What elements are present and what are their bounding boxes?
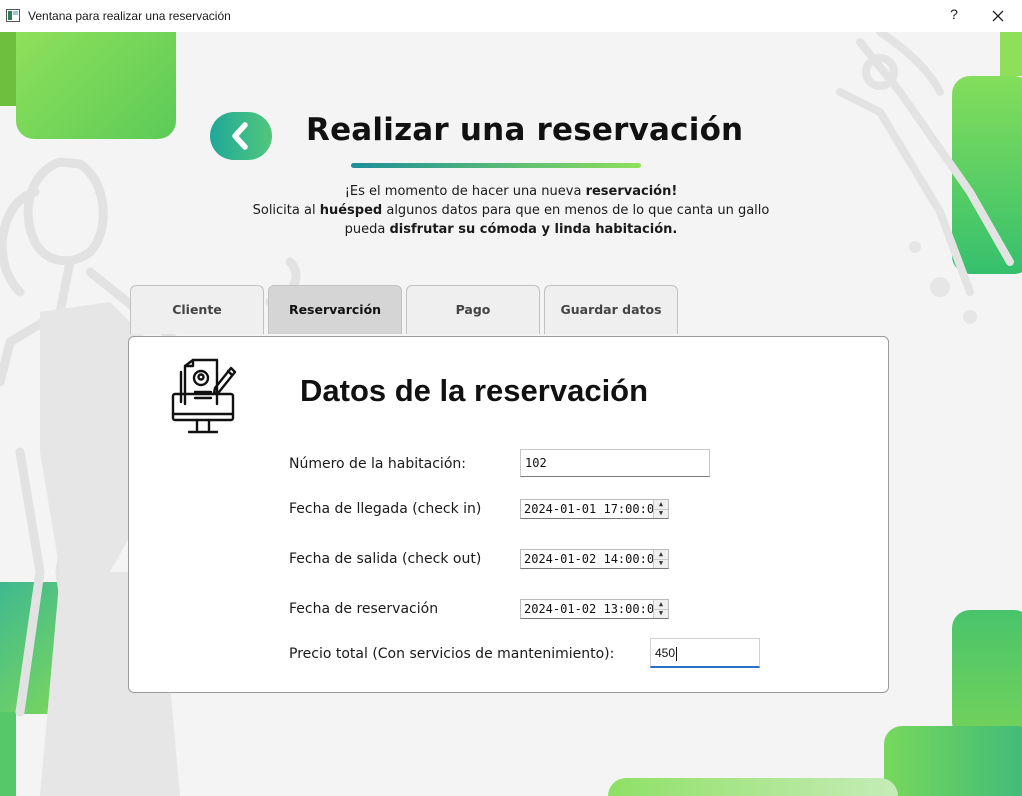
checkin-spinner[interactable]: ▲ ▼ xyxy=(653,500,668,518)
checkin-datetime[interactable]: 2024-01-01 17:00:00 ▲ ▼ xyxy=(520,499,669,519)
tab-pago[interactable]: Pago xyxy=(406,285,540,334)
reservation-date-label: Fecha de reservación xyxy=(289,601,439,617)
help-button[interactable]: ? xyxy=(944,6,964,26)
document-monitor-icon xyxy=(171,358,237,434)
intro-line-2: Solicita al huésped algunos datos para q… xyxy=(252,203,770,218)
window-content: Realizar una reservación ¡Es el momento … xyxy=(0,32,1022,796)
panel-title: Datos de la reservación xyxy=(300,373,649,408)
intro-line-1: ¡Es el momento de hacer una nueva reserv… xyxy=(344,184,678,199)
tab-cliente[interactable]: Cliente xyxy=(130,285,264,334)
spin-down-icon[interactable]: ▼ xyxy=(654,559,668,568)
checkout-datetime[interactable]: 2024-01-02 14:00:00 ▲ ▼ xyxy=(520,549,669,569)
decor-block xyxy=(952,610,1022,740)
tab-reservacion[interactable]: Reservarción xyxy=(268,285,402,334)
reservation-datetime[interactable]: 2024-01-02 13:00:00 ▲ ▼ xyxy=(520,599,669,619)
reservation-spinner[interactable]: ▲ ▼ xyxy=(653,600,668,618)
chevron-left-icon xyxy=(232,122,248,150)
checkout-spinner[interactable]: ▲ ▼ xyxy=(653,550,668,568)
spin-down-icon[interactable]: ▼ xyxy=(654,509,668,518)
intro-text: ¡Es el momento de hacer una nueva reserv… xyxy=(220,182,802,239)
checkout-label: Fecha de salida (check out) xyxy=(289,551,482,567)
close-icon xyxy=(992,10,1004,22)
window-title: Ventana para realizar una reservación xyxy=(28,9,231,23)
text-cursor xyxy=(676,646,678,661)
room-number-field[interactable]: 102 xyxy=(520,449,710,477)
checkin-value: 2024-01-01 17:00:00 xyxy=(524,502,662,516)
decor-block xyxy=(884,726,1022,796)
title-underline xyxy=(351,163,641,168)
spin-down-icon[interactable]: ▼ xyxy=(654,609,668,618)
checkout-value: 2024-01-02 14:00:00 xyxy=(524,552,662,566)
tab-guardar-datos[interactable]: Guardar datos xyxy=(544,285,678,334)
total-price-value: 450 xyxy=(655,646,676,660)
background-bottle-illustration xyxy=(836,32,1014,324)
total-price-label: Precio total (Con servicios de mantenimi… xyxy=(289,646,615,662)
app-icon xyxy=(6,9,20,22)
checkin-label: Fecha de llegada (check in) xyxy=(289,501,482,517)
question-mark-icon: ? xyxy=(950,6,958,22)
page-title: Realizar una reservación xyxy=(306,112,744,148)
back-button[interactable] xyxy=(210,112,272,160)
room-number-label: Número de la habitación: xyxy=(289,456,466,472)
decor-block xyxy=(16,32,176,139)
reservation-date-value: 2024-01-02 13:00:00 xyxy=(524,602,662,616)
reservation-panel: Datos de la reservación Número de la hab… xyxy=(128,336,889,693)
total-price-field[interactable]: 450 xyxy=(650,638,760,668)
decor-block xyxy=(608,778,898,796)
window-titlebar: Ventana para realizar una reservación ? xyxy=(0,0,1022,32)
close-button[interactable] xyxy=(988,6,1008,26)
intro-line-3: pueda disfrutar su cómoda y linda habita… xyxy=(344,222,678,237)
